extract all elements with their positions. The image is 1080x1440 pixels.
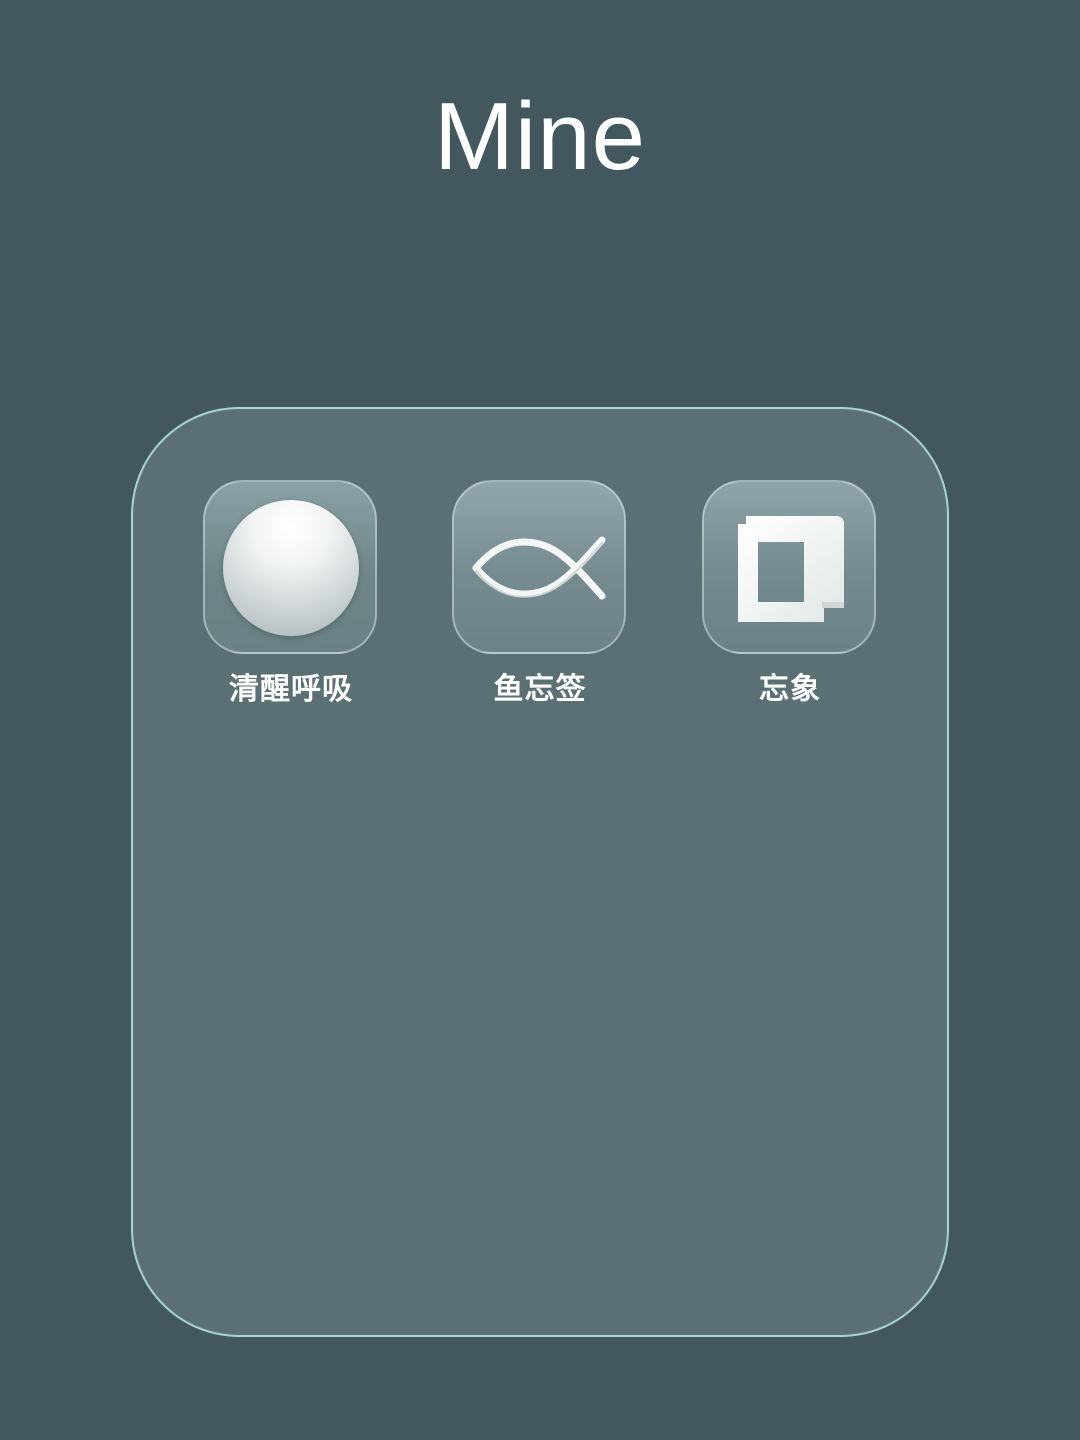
fish-icon <box>472 536 606 600</box>
app-label: 鱼忘签 <box>493 672 587 707</box>
sphere-icon <box>223 500 359 636</box>
app-icon-tile[interactable] <box>702 480 876 654</box>
square-frame-icon <box>738 516 844 622</box>
app-icon-tile[interactable] <box>452 480 626 654</box>
app-yu-wang-qian[interactable]: 鱼忘签 <box>452 480 628 710</box>
folder-title[interactable]: Mine <box>0 82 1080 192</box>
app-qingxing-huxi[interactable]: 清醒呼吸 <box>203 480 379 710</box>
app-wang-xiang[interactable]: 忘象 <box>702 480 878 710</box>
app-label: 清醒呼吸 <box>229 672 353 707</box>
app-icon-tile[interactable] <box>203 480 377 654</box>
app-label: 忘象 <box>759 672 821 707</box>
